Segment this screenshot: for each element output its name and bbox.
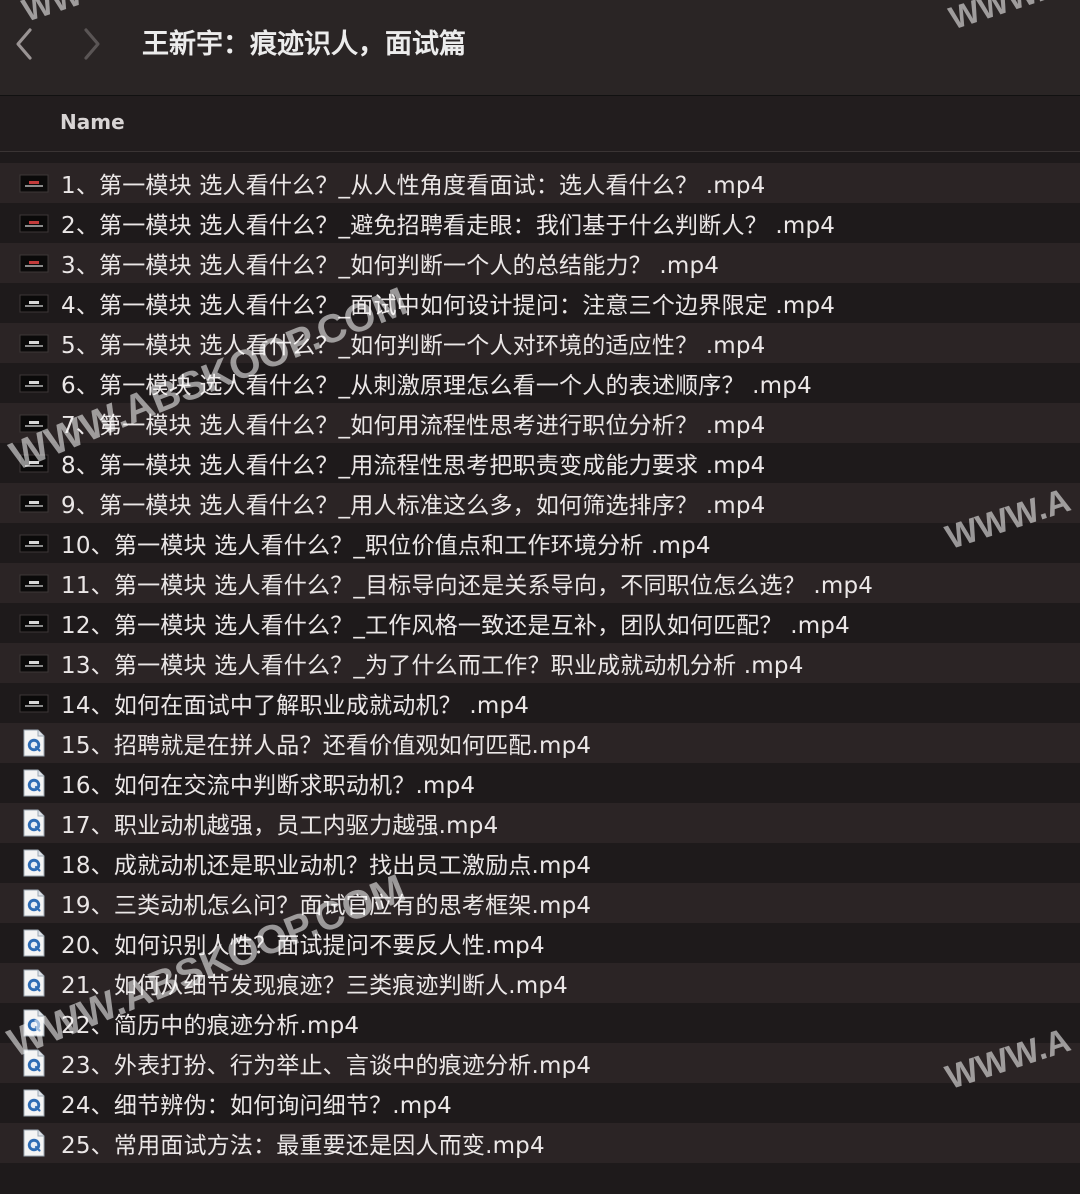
- quicktime-file-icon: [19, 768, 49, 798]
- file-row[interactable]: 6、第一模块 选人看什么？_从刺激原理怎么看一个人的表述顺序？ .mp4: [0, 363, 1080, 403]
- column-header-bar: Name: [0, 96, 1080, 152]
- quicktime-file-icon: [19, 808, 49, 838]
- file-row[interactable]: 8、第一模块 选人看什么？_用流程性思考把职责变成能力要求 .mp4: [0, 443, 1080, 483]
- file-row[interactable]: 19、三类动机怎么问？面试官应有的思考框架.mp4: [0, 883, 1080, 923]
- chevron-left-icon: [16, 28, 32, 60]
- quicktime-file-icon: [19, 848, 49, 878]
- video-thumbnail-icon: [19, 608, 49, 638]
- file-name: 5、第一模块 选人看什么？_如何判断一个人对环境的适应性？ .mp4: [61, 333, 766, 359]
- file-name: 15、招聘就是在拼人品？还看价值观如何匹配.mp4: [61, 733, 592, 759]
- file-row[interactable]: 20、如何识别人性？面试提问不要反人性.mp4: [0, 923, 1080, 963]
- file-name: 11、第一模块 选人看什么？_目标导向还是关系导向，不同职位怎么选？ .mp4: [61, 573, 874, 599]
- file-name: 2、第一模块 选人看什么？_避免招聘看走眼：我们基于什么判断人？ .mp4: [61, 213, 836, 239]
- file-name: 24、细节辨伪：如何询问细节？.mp4: [61, 1093, 453, 1119]
- file-name: 22、简历中的痕迹分析.mp4: [61, 1013, 360, 1039]
- file-row[interactable]: 3、第一模块 选人看什么？_如何判断一个人的总结能力？ .mp4: [0, 243, 1080, 283]
- file-name: 13、第一模块 选人看什么？_为了什么而工作？职业成就动机分析 .mp4: [61, 653, 804, 679]
- file-name: 12、第一模块 选人看什么？_工作风格一致还是互补，团队如何匹配？ .mp4: [61, 613, 850, 639]
- file-row[interactable]: 4、第一模块 选人看什么？_面试中如何设计提问：注意三个边界限定 .mp4: [0, 283, 1080, 323]
- video-thumbnail-icon: [19, 168, 49, 198]
- chevron-right-icon: [84, 28, 100, 60]
- video-thumbnail-icon: [19, 528, 49, 558]
- quicktime-file-icon: [19, 1048, 49, 1078]
- window-toolbar: 王新宇：痕迹识人，面试篇: [0, 0, 1080, 96]
- file-row[interactable]: 21、如何从细节发现痕迹？三类痕迹判断人.mp4: [0, 963, 1080, 1003]
- video-thumbnail-icon: [19, 368, 49, 398]
- file-row[interactable]: 25、常用面试方法：最重要还是因人而变.mp4: [0, 1123, 1080, 1163]
- window-title: 王新宇：痕迹识人，面试篇: [142, 29, 466, 60]
- video-thumbnail-icon: [19, 648, 49, 678]
- file-row[interactable]: 16、如何在交流中判断求职动机？.mp4: [0, 763, 1080, 803]
- file-row[interactable]: 13、第一模块 选人看什么？_为了什么而工作？职业成就动机分析 .mp4: [0, 643, 1080, 683]
- quicktime-file-icon: [19, 728, 49, 758]
- file-name: 19、三类动机怎么问？面试官应有的思考框架.mp4: [61, 893, 592, 919]
- file-row[interactable]: 10、第一模块 选人看什么？_职位价值点和工作环境分析 .mp4: [0, 523, 1080, 563]
- video-thumbnail-icon: [19, 248, 49, 278]
- quicktime-file-icon: [19, 928, 49, 958]
- file-row[interactable]: 24、细节辨伪：如何询问细节？.mp4: [0, 1083, 1080, 1123]
- quicktime-file-icon: [19, 1128, 49, 1158]
- file-row[interactable]: 9、第一模块 选人看什么？_用人标准这么多，如何筛选排序？ .mp4: [0, 483, 1080, 523]
- file-row[interactable]: 18、成就动机还是职业动机？找出员工激励点.mp4: [0, 843, 1080, 883]
- quicktime-file-icon: [19, 968, 49, 998]
- file-name: 4、第一模块 选人看什么？_面试中如何设计提问：注意三个边界限定 .mp4: [61, 293, 836, 319]
- file-row[interactable]: 14、如何在面试中了解职业成就动机？ .mp4: [0, 683, 1080, 723]
- file-list: 1、第一模块 选人看什么？_从人性角度看面试：选人看什么？ .mp4 2、第一模块…: [0, 163, 1080, 1163]
- file-name: 3、第一模块 选人看什么？_如何判断一个人的总结能力？ .mp4: [61, 253, 720, 279]
- file-row[interactable]: 5、第一模块 选人看什么？_如何判断一个人对环境的适应性？ .mp4: [0, 323, 1080, 363]
- file-name: 16、如何在交流中判断求职动机？.mp4: [61, 773, 476, 799]
- quicktime-file-icon: [19, 888, 49, 918]
- file-row[interactable]: 12、第一模块 选人看什么？_工作风格一致还是互补，团队如何匹配？ .mp4: [0, 603, 1080, 643]
- file-name: 9、第一模块 选人看什么？_用人标准这么多，如何筛选排序？ .mp4: [61, 493, 766, 519]
- quicktime-file-icon: [19, 1008, 49, 1038]
- video-thumbnail-icon: [19, 688, 49, 718]
- file-name: 8、第一模块 选人看什么？_用流程性思考把职责变成能力要求 .mp4: [61, 453, 766, 479]
- file-name: 10、第一模块 选人看什么？_职位价值点和工作环境分析 .mp4: [61, 533, 711, 559]
- file-name: 7、第一模块 选人看什么？_如何用流程性思考进行职位分析？ .mp4: [61, 413, 766, 439]
- file-row[interactable]: 22、简历中的痕迹分析.mp4: [0, 1003, 1080, 1043]
- file-row[interactable]: 17、职业动机越强，员工内驱力越强.mp4: [0, 803, 1080, 843]
- file-name: 18、成就动机还是职业动机？找出员工激励点.mp4: [61, 853, 592, 879]
- file-row[interactable]: 1、第一模块 选人看什么？_从人性角度看面试：选人看什么？ .mp4: [0, 163, 1080, 203]
- back-button[interactable]: [4, 20, 44, 68]
- video-thumbnail-icon: [19, 488, 49, 518]
- file-name: 20、如何识别人性？面试提问不要反人性.mp4: [61, 933, 545, 959]
- file-row[interactable]: 15、招聘就是在拼人品？还看价值观如何匹配.mp4: [0, 723, 1080, 763]
- file-name: 14、如何在面试中了解职业成就动机？ .mp4: [61, 693, 530, 719]
- forward-button[interactable]: [72, 20, 112, 68]
- file-row[interactable]: 7、第一模块 选人看什么？_如何用流程性思考进行职位分析？ .mp4: [0, 403, 1080, 443]
- quicktime-file-icon: [19, 1088, 49, 1118]
- file-name: 6、第一模块 选人看什么？_从刺激原理怎么看一个人的表述顺序？ .mp4: [61, 373, 812, 399]
- video-thumbnail-icon: [19, 408, 49, 438]
- file-name: 1、第一模块 选人看什么？_从人性角度看面试：选人看什么？ .mp4: [61, 173, 766, 199]
- video-thumbnail-icon: [19, 288, 49, 318]
- video-thumbnail-icon: [19, 448, 49, 478]
- file-name: 25、常用面试方法：最重要还是因人而变.mp4: [61, 1133, 545, 1159]
- file-name: 23、外表打扮、行为举止、言谈中的痕迹分析.mp4: [61, 1053, 592, 1079]
- video-thumbnail-icon: [19, 208, 49, 238]
- file-row[interactable]: 23、外表打扮、行为举止、言谈中的痕迹分析.mp4: [0, 1043, 1080, 1083]
- video-thumbnail-icon: [19, 568, 49, 598]
- file-name: 17、职业动机越强，员工内驱力越强.mp4: [61, 813, 499, 839]
- file-name: 21、如何从细节发现痕迹？三类痕迹判断人.mp4: [61, 973, 569, 999]
- column-header-name[interactable]: Name: [60, 110, 125, 134]
- video-thumbnail-icon: [19, 328, 49, 358]
- file-row[interactable]: 2、第一模块 选人看什么？_避免招聘看走眼：我们基于什么判断人？ .mp4: [0, 203, 1080, 243]
- file-row[interactable]: 11、第一模块 选人看什么？_目标导向还是关系导向，不同职位怎么选？ .mp4: [0, 563, 1080, 603]
